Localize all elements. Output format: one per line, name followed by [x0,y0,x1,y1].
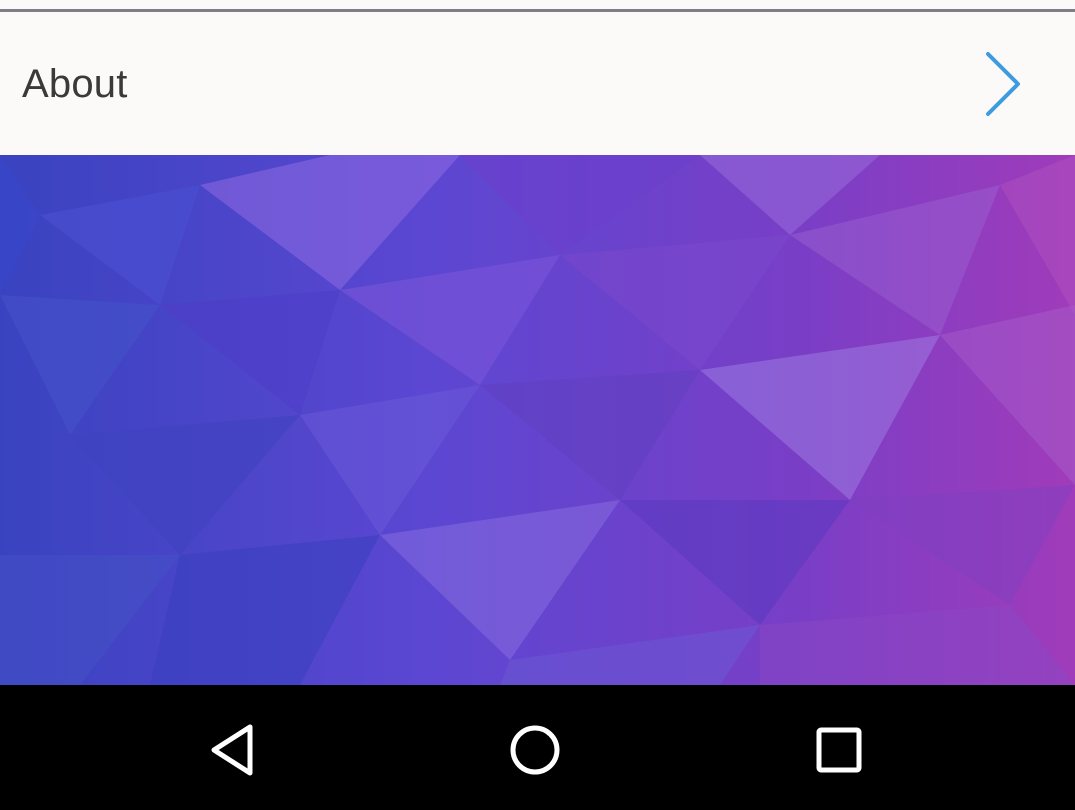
recents-square-icon[interactable] [804,715,874,785]
geometric-wallpaper [0,155,1075,685]
list-divider [0,0,1075,12]
back-triangle-icon[interactable] [200,715,270,785]
screen: About [0,0,1075,810]
navigation-bar [0,685,1075,810]
chevron-right-icon [986,52,1020,116]
about-list-item[interactable]: About [0,12,1075,155]
home-circle-icon[interactable] [500,715,570,785]
wallpaper-image [0,155,1075,685]
about-label: About [22,62,128,106]
